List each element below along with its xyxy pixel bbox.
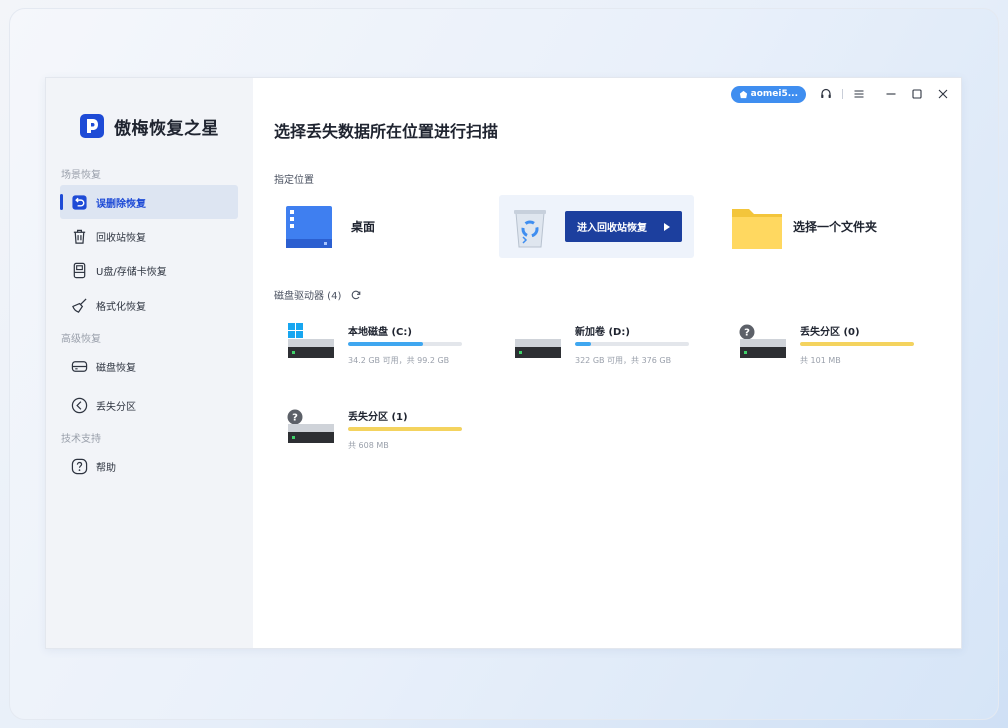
windows-drive-icon: [288, 323, 334, 358]
app-window: 傲梅恢复之星 场景恢复 误删除恢复 回收站恢复 U盘/存储卡恢复 格式化恢复 高…: [45, 77, 962, 649]
broom-icon: [70, 296, 88, 314]
disk-icon: [70, 357, 88, 375]
minimize-icon: [886, 93, 896, 95]
user-name: aomei5...: [750, 89, 798, 99]
drive-usage-bar: [348, 427, 462, 431]
sidebar-item-recycle-recovery[interactable]: 回收站恢复: [60, 219, 238, 253]
choose-folder-label: 选择一个文件夹: [793, 220, 878, 234]
drive-usage-fill: [800, 342, 914, 346]
user-icon: [739, 90, 747, 98]
headset-icon: [821, 88, 831, 98]
drive-usage-bar: [575, 342, 689, 346]
app-logo-icon: [80, 114, 104, 138]
drive-info: 322 GB 可用，共 376 GB: [575, 356, 672, 365]
sidebar-item-label: 误删除恢复: [96, 198, 146, 210]
app-name: 傲梅恢复之星: [114, 118, 219, 139]
sidebar-item-label: 磁盘恢复: [96, 362, 136, 374]
support-button[interactable]: [816, 85, 836, 103]
main-panel: aomei5... 选择丢失数据所在位置进行扫描 指定位置 桌面 进入回收站恢复…: [253, 78, 961, 648]
sidebar-item-label: 回收站恢复: [96, 232, 146, 244]
svg-text:?: ?: [292, 413, 298, 424]
drive-d[interactable]: 新加卷 (D:) 322 GB 可用，共 376 GB: [513, 323, 713, 373]
user-account-button[interactable]: aomei5...: [730, 85, 806, 103]
drive-name: 丢失分区 (1): [348, 412, 408, 423]
drive-name: 新加卷 (D:): [575, 327, 630, 338]
recycle-button-label: 进入回收站恢复: [577, 223, 647, 234]
lost-partition-1[interactable]: ? 丢失分区 (1) 共 608 MB: [286, 408, 486, 458]
help-icon: [70, 457, 88, 475]
sidebar-item-help[interactable]: 帮助: [60, 449, 238, 483]
drive-usage-fill: [348, 427, 462, 431]
drives-count-label: 磁盘驱动器 (4): [274, 291, 342, 302]
desktop-icon: [286, 205, 332, 248]
sidebar-item-disk-recovery[interactable]: 磁盘恢复: [60, 349, 238, 383]
drive-c[interactable]: 本地磁盘 (C:) 34.2 GB 可用，共 99.2 GB: [286, 323, 486, 373]
svg-text:?: ?: [744, 328, 750, 339]
drive-usage-bar: [800, 342, 914, 346]
desktop-label: 桌面: [351, 220, 376, 234]
drive-usage-bar: [348, 342, 462, 346]
menu-icon: [854, 90, 864, 98]
desktop-location[interactable]: 桌面: [285, 195, 485, 258]
sidebar-item-lost-partition[interactable]: 丢失分区: [60, 388, 238, 422]
sidebar: 傲梅恢复之星 场景恢复 误删除恢复 回收站恢复 U盘/存储卡恢复 格式化恢复 高…: [46, 78, 253, 648]
close-icon: [938, 89, 948, 99]
menu-button[interactable]: [849, 85, 869, 103]
close-button[interactable]: [933, 85, 953, 103]
unknown-drive-icon: ?: [739, 324, 786, 358]
section-label-scene: 场景恢复: [61, 170, 101, 181]
drives-label: 磁盘驱动器 (4): [274, 287, 361, 302]
usb-drive-icon: [70, 261, 88, 279]
sidebar-item-label: 帮助: [96, 462, 116, 474]
sidebar-item-usb-recovery[interactable]: U盘/存储卡恢复: [60, 253, 238, 287]
recycle-bin-location[interactable]: 进入回收站恢复: [499, 195, 694, 258]
lost-partition-icon: [70, 396, 88, 414]
maximize-icon: [912, 89, 922, 99]
locations-label: 指定位置: [274, 175, 314, 186]
drive-usage-fill: [575, 342, 592, 346]
drive-usage-fill: [348, 342, 423, 346]
drive-info: 共 101 MB: [800, 356, 841, 365]
caret-right-icon: [664, 222, 670, 231]
folder-icon: [732, 208, 782, 249]
sidebar-item-label: 格式化恢复: [96, 301, 146, 313]
folder-location[interactable]: 选择一个文件夹: [731, 195, 931, 258]
undo-icon: [70, 193, 88, 211]
minimize-button[interactable]: [881, 85, 901, 103]
sidebar-item-format-recovery[interactable]: 格式化恢复: [60, 288, 238, 322]
trash-icon: [70, 227, 88, 245]
drive-name: 丢失分区 (0): [800, 327, 860, 338]
section-label-advanced: 高级恢复: [61, 334, 101, 345]
drive-name: 本地磁盘 (C:): [348, 327, 412, 338]
drive-icon: [515, 339, 561, 358]
lost-partition-0[interactable]: ? 丢失分区 (0) 共 101 MB: [738, 323, 938, 373]
page-title: 选择丢失数据所在位置进行扫描: [274, 122, 499, 141]
toolbar-separator: [842, 89, 843, 99]
enter-recycle-recovery-button[interactable]: 进入回收站恢复: [565, 211, 682, 242]
drive-info: 共 608 MB: [348, 441, 389, 450]
refresh-icon[interactable]: [351, 290, 361, 300]
sidebar-item-label: 丢失分区: [96, 401, 136, 413]
drive-info: 34.2 GB 可用，共 99.2 GB: [348, 356, 450, 365]
app-logo: 傲梅恢复之星: [80, 113, 219, 139]
maximize-button[interactable]: [907, 85, 927, 103]
sidebar-item-label: U盘/存储卡恢复: [96, 266, 167, 278]
sidebar-item-deleted-recovery[interactable]: 误删除恢复: [60, 185, 238, 219]
recycle-bin-icon: [514, 209, 546, 247]
section-label-support: 技术支持: [61, 434, 101, 445]
title-bar: aomei5...: [730, 85, 953, 103]
unknown-drive-icon: ?: [287, 409, 334, 443]
